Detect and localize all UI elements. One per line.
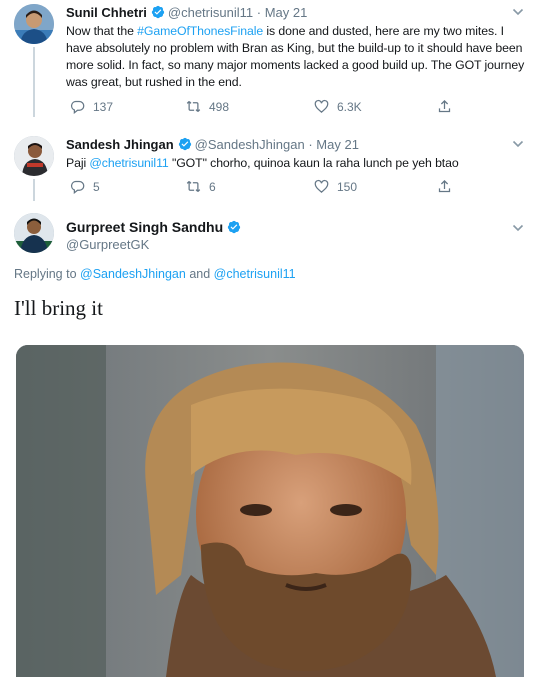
like-icon bbox=[314, 179, 329, 193]
mention-link[interactable]: @chetrisunil11 bbox=[89, 156, 168, 170]
tweet-menu-caret[interactable] bbox=[512, 6, 524, 18]
tweet-header: Sunil Chhetri @chetrisunil11 · May 21 bbox=[66, 5, 307, 20]
mention-link-sunil[interactable]: @chetrisunil11 bbox=[214, 267, 296, 281]
like-count: 6.3K bbox=[337, 99, 362, 114]
mention-link-sandesh[interactable]: @SandeshJhingan bbox=[80, 267, 186, 281]
verified-badge-icon bbox=[151, 5, 165, 19]
retweet-count: 498 bbox=[209, 99, 230, 114]
tweet-menu-caret[interactable] bbox=[512, 138, 524, 150]
avatar-gurpreet-singh-sandhu[interactable] bbox=[14, 213, 54, 253]
hashtag-link[interactable]: #GameOfThonesFinale bbox=[137, 24, 263, 38]
reply-count: 137 bbox=[93, 99, 114, 114]
reply-count: 5 bbox=[93, 179, 100, 194]
tweet-actions: 137 498 6.3K bbox=[66, 99, 466, 115]
chevron-down-icon bbox=[512, 140, 524, 148]
like-count: 150 bbox=[337, 179, 358, 194]
reply-button[interactable]: 137 bbox=[70, 99, 113, 114]
like-button[interactable]: 6.3K bbox=[314, 99, 362, 114]
author-name[interactable]: Gurpreet Singh Sandhu bbox=[66, 219, 223, 235]
tweet-text-pre: Now that the bbox=[66, 24, 138, 38]
author-name[interactable]: Sunil Chhetri bbox=[66, 5, 147, 20]
like-button[interactable]: 150 bbox=[314, 179, 357, 194]
reply-icon bbox=[70, 180, 85, 194]
retweet-icon bbox=[186, 181, 201, 192]
like-icon bbox=[314, 99, 329, 113]
main-tweet-text: I'll bring it bbox=[14, 296, 103, 320]
chevron-down-icon bbox=[512, 8, 524, 16]
retweet-button[interactable]: 498 bbox=[186, 99, 229, 114]
tweet-text-pre: Paji bbox=[66, 156, 90, 170]
author-handle[interactable]: @chetrisunil11 bbox=[168, 5, 253, 20]
avatar-sunil-chhetri[interactable] bbox=[14, 4, 54, 44]
reply-button[interactable]: 5 bbox=[70, 179, 100, 194]
verified-badge-icon bbox=[227, 220, 241, 234]
share-icon bbox=[438, 179, 451, 193]
thread-line bbox=[33, 179, 35, 201]
retweet-button[interactable]: 6 bbox=[186, 179, 216, 194]
tweet-header: Sandesh Jhingan @SandeshJhingan · May 21 bbox=[66, 137, 359, 152]
and-label: and bbox=[185, 267, 214, 281]
author-handle-row: @GurpreetGK bbox=[66, 237, 149, 252]
tweet-media-image[interactable] bbox=[16, 345, 524, 677]
reply-icon bbox=[70, 100, 85, 114]
chevron-down-icon bbox=[512, 224, 524, 232]
tweet-timestamp[interactable]: May 21 bbox=[265, 5, 308, 20]
tweet-menu-caret[interactable] bbox=[512, 222, 524, 234]
separator-dot: · bbox=[308, 137, 313, 152]
avatar-sandesh-jhingan[interactable] bbox=[14, 136, 54, 176]
thread-line bbox=[33, 47, 35, 117]
retweet-icon bbox=[186, 101, 201, 112]
replying-to-label: Replying to bbox=[14, 267, 81, 281]
share-button[interactable] bbox=[437, 99, 460, 114]
author-handle[interactable]: @SandeshJhingan bbox=[195, 137, 305, 152]
author-handle[interactable]: @GurpreetGK bbox=[66, 237, 149, 252]
tweet-text: Now that the #GameOfThonesFinale is done… bbox=[66, 23, 528, 91]
share-button[interactable] bbox=[437, 179, 460, 194]
separator-dot: · bbox=[256, 5, 262, 20]
retweet-count: 6 bbox=[209, 179, 216, 194]
tweet-timestamp[interactable]: May 21 bbox=[316, 137, 359, 152]
author-name[interactable]: Sandesh Jhingan bbox=[66, 137, 174, 152]
tweet-text: Paji @chetrisunil11 "GOT" chorho, quinoa… bbox=[66, 155, 528, 172]
verified-badge-icon bbox=[178, 137, 191, 151]
share-icon bbox=[438, 99, 451, 113]
replying-to: Replying to @SandeshJhingan and @chetris… bbox=[14, 267, 296, 281]
tweet-text-post: "GOT" chorho, quinoa kaun la raha lunch … bbox=[168, 156, 459, 170]
tweet-actions: 5 6 150 bbox=[66, 179, 466, 195]
tweet-header: Gurpreet Singh Sandhu bbox=[66, 219, 244, 235]
